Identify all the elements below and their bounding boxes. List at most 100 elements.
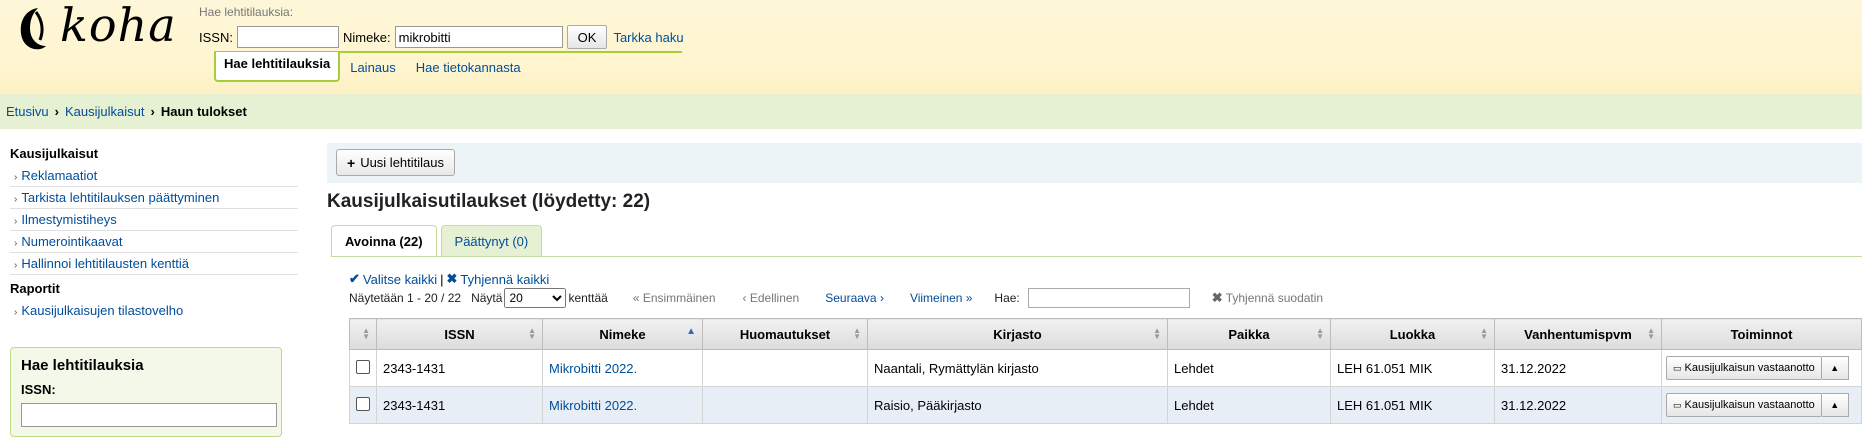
first-page-link[interactable]: « Ensimmäinen — [633, 291, 716, 305]
title-link[interactable]: Mikrobitti 2022. — [549, 398, 637, 413]
actions-dropdown-button[interactable]: ▲ — [1821, 356, 1849, 380]
sidebar-item-claims-link[interactable]: Reklamaatiot — [21, 168, 97, 183]
clear-all-link[interactable]: Tyhjennä kaikki — [460, 272, 549, 287]
sidebar-item-frequencies-link[interactable]: Ilmestymistiheys — [21, 212, 116, 227]
koha-logo-icon — [20, 8, 46, 50]
header: koha Hae lehtitilauksia: ISSN: Nimeke: O… — [0, 0, 1862, 94]
column-header-notes-label: Huomautukset — [739, 326, 831, 342]
selection-divider: | — [440, 271, 444, 287]
breadcrumb-home[interactable]: Etusivu — [6, 104, 49, 119]
expiration-cell: 31.12.2022 — [1494, 349, 1662, 387]
clear-filter-link[interactable]: ✖ Tyhjennä suodatin — [1212, 290, 1323, 306]
sort-icon: ▲ ▼ — [1647, 326, 1655, 341]
chevron-right-icon: › — [14, 194, 18, 205]
notes-cell — [702, 386, 868, 424]
sidebar-item-claims: › Reklamaatiot — [10, 165, 298, 187]
chevron-right-icon: › — [14, 307, 18, 318]
column-header-select[interactable]: ▲ ▼ — [349, 318, 377, 350]
row-select-cell — [349, 349, 377, 387]
inbox-icon: ▭ — [1673, 399, 1682, 410]
sort-icon: ▲ ▼ — [1316, 326, 1324, 341]
callnumber-cell: LEH 61.051 MIK — [1330, 349, 1495, 387]
column-header-location-label: Paikka — [1228, 326, 1270, 342]
sidebar-item-fields-link[interactable]: Hallinnoi lehtitilausten kenttiä — [21, 256, 189, 271]
logo-wordmark: koha — [60, 0, 177, 52]
toolbar: + Uusi lehtitilaus — [327, 143, 1862, 183]
notes-cell — [702, 349, 868, 387]
column-header-notes[interactable]: Huomautukset ▲ ▼ — [702, 318, 868, 350]
chevron-right-icon: › — [14, 216, 18, 227]
title-cell: Mikrobitti 2022. — [542, 386, 703, 424]
actions-cell: ▭ Kausijulkaisun vastaanotto ▲ — [1661, 349, 1862, 387]
last-page-link[interactable]: Viimeinen » — [910, 291, 972, 305]
issn-cell: 2343-1431 — [376, 386, 543, 424]
column-header-callnumber-label: Luokka — [1389, 326, 1436, 342]
sidebar-search-box: Hae lehtitilauksia ISSN: — [10, 347, 282, 437]
page-size-select[interactable]: 20 — [504, 288, 567, 308]
close-icon: ✖ — [1211, 290, 1223, 305]
library-cell: Raisio, Pääkirjasto — [867, 386, 1168, 424]
issn-cell: 2343-1431 — [376, 349, 543, 387]
sidebar-item-stats-wizard: › Kausijulkaisujen tilastovelho — [10, 300, 298, 321]
ok-button[interactable]: OK — [566, 25, 608, 49]
row-checkbox[interactable] — [356, 359, 370, 374]
actions-cell: ▭ Kausijulkaisun vastaanotto ▲ — [1661, 386, 1862, 424]
breadcrumb-serials[interactable]: Kausijulkaisut — [65, 104, 145, 119]
receive-serial-label: Kausijulkaisun vastaanotto — [1684, 399, 1815, 411]
title-label: Nimeke: — [342, 29, 391, 45]
location-cell: Lehdet — [1167, 349, 1331, 387]
sidebar-item-numbering-link[interactable]: Numerointikaavat — [21, 234, 122, 249]
title-link[interactable]: Mikrobitti 2022. — [549, 361, 637, 376]
column-header-issn[interactable]: ISSN ▲ ▼ — [376, 318, 543, 350]
column-header-issn-label: ISSN — [444, 326, 475, 342]
column-header-location[interactable]: Paikka ▲ ▼ — [1167, 318, 1331, 350]
header-search-tabs: Hae lehtitilauksia Lainaus Hae tietokann… — [214, 52, 531, 82]
tab-search-catalog[interactable]: Hae tietokannasta — [406, 54, 531, 82]
tab-search-subscriptions[interactable]: Hae lehtitilauksia — [214, 52, 341, 82]
column-header-library-label: Kirjasto — [993, 326, 1042, 342]
sidebar-issn-input[interactable] — [21, 403, 277, 427]
column-header-title[interactable]: Nimeke ▲ — [542, 318, 703, 350]
column-header-callnumber[interactable]: Luokka ▲ ▼ — [1330, 318, 1495, 350]
title-input[interactable] — [394, 26, 563, 48]
plus-icon: + — [347, 154, 356, 171]
row-checkbox[interactable] — [356, 396, 370, 411]
tab-open[interactable]: Avoinna (22) — [331, 225, 437, 257]
tab-expired[interactable]: Päättynyt (0) — [440, 225, 543, 256]
advanced-search-link[interactable]: Tarkka haku — [613, 30, 683, 45]
receive-serial-button[interactable]: ▭ Kausijulkaisun vastaanotto — [1666, 393, 1822, 417]
sidebar-item-expiration: › Tarkista lehtitilauksen päättyminen — [10, 187, 298, 209]
chevron-right-icon: › — [14, 172, 18, 183]
sidebar-reports-list: › Kausijulkaisujen tilastovelho — [10, 300, 298, 321]
next-page-link[interactable]: Seuraava › — [825, 291, 884, 305]
sort-icon: ▲ ▼ — [362, 326, 370, 341]
caret-up-icon: ▲ — [1830, 400, 1840, 410]
new-subscription-label: Uusi lehtitilaus — [360, 155, 445, 170]
tab-checkout[interactable]: Lainaus — [340, 54, 406, 82]
sidebar-item-frequencies: › Ilmestymistiheys — [10, 209, 298, 231]
expiration-cell: 31.12.2022 — [1494, 386, 1662, 424]
breadcrumb-current: Haun tulokset — [160, 104, 247, 119]
caret-up-icon: ▲ — [1830, 363, 1840, 373]
table-filter-input[interactable] — [1027, 288, 1190, 308]
actions-dropdown-button[interactable]: ▲ — [1821, 393, 1849, 417]
header-search-caption: Hae lehtitilauksia: — [199, 5, 294, 19]
sort-icon: ▲ ▼ — [1153, 326, 1161, 341]
column-header-library[interactable]: Kirjasto ▲ ▼ — [867, 318, 1168, 350]
sidebar-item-stats-wizard-link[interactable]: Kausijulkaisujen tilastovelho — [21, 303, 183, 318]
sidebar-issn-label: ISSN: — [21, 382, 56, 397]
sidebar-item-expiration-link[interactable]: Tarkista lehtitilauksen päättyminen — [21, 190, 219, 205]
new-subscription-button[interactable]: + Uusi lehtitilaus — [336, 149, 456, 176]
issn-label: ISSN: — [199, 29, 233, 45]
previous-page-link[interactable]: ‹ Edellinen — [743, 291, 800, 305]
table-row: 2343-1431 Mikrobitti 2022. Naantali, Rym… — [349, 349, 1862, 387]
receive-serial-button[interactable]: ▭ Kausijulkaisun vastaanotto — [1666, 356, 1822, 380]
issn-input[interactable] — [236, 26, 339, 48]
subscriptions-table: ▲ ▼ ISSN ▲ ▼ Nimeke ▲ Huomautukset ▲ ▼ Kirjast… — [349, 318, 1862, 424]
sidebar-section-reports-title: Raportit — [10, 281, 60, 296]
column-header-actions-label: Toiminnot — [1730, 326, 1793, 342]
column-header-expiration[interactable]: Vanhentumispvm ▲ ▼ — [1494, 318, 1662, 350]
select-all-link[interactable]: Valitse kaikki — [363, 272, 437, 287]
title-cell: Mikrobitti 2022. — [542, 349, 703, 387]
location-cell: Lehdet — [1167, 386, 1331, 424]
